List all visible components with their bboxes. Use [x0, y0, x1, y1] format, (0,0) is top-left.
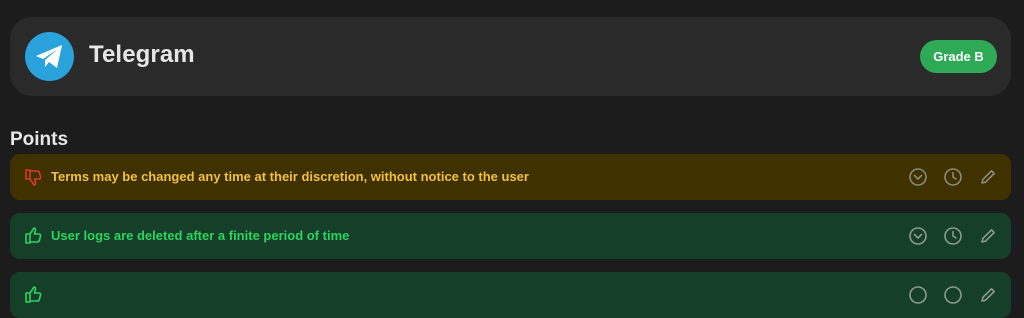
- grade-badge[interactable]: Grade B: [920, 40, 997, 73]
- thumbs-up-icon: [25, 286, 42, 303]
- edit-icon[interactable]: [978, 226, 998, 246]
- point-row[interactable]: Terms may be changed any time at their d…: [10, 154, 1011, 200]
- history-icon[interactable]: [943, 167, 963, 187]
- history-icon[interactable]: [943, 226, 963, 246]
- expand-icon[interactable]: [908, 226, 928, 246]
- app-header-card: Telegram Grade B: [10, 17, 1011, 96]
- edit-icon[interactable]: [978, 285, 998, 305]
- point-row[interactable]: [10, 272, 1011, 318]
- expand-icon[interactable]: [908, 167, 928, 187]
- point-text: Terms may be changed any time at their d…: [51, 169, 529, 184]
- point-row[interactable]: User logs are deleted after a finite per…: [10, 213, 1011, 259]
- history-icon[interactable]: [943, 285, 963, 305]
- thumbs-down-icon: [25, 169, 42, 186]
- app-title: Telegram: [89, 41, 195, 68]
- points-section-title: Points: [10, 129, 69, 150]
- expand-icon[interactable]: [908, 285, 928, 305]
- thumbs-up-icon: [25, 227, 42, 244]
- telegram-logo-icon: [25, 32, 74, 81]
- edit-icon[interactable]: [978, 167, 998, 187]
- point-text: User logs are deleted after a finite per…: [51, 228, 350, 243]
